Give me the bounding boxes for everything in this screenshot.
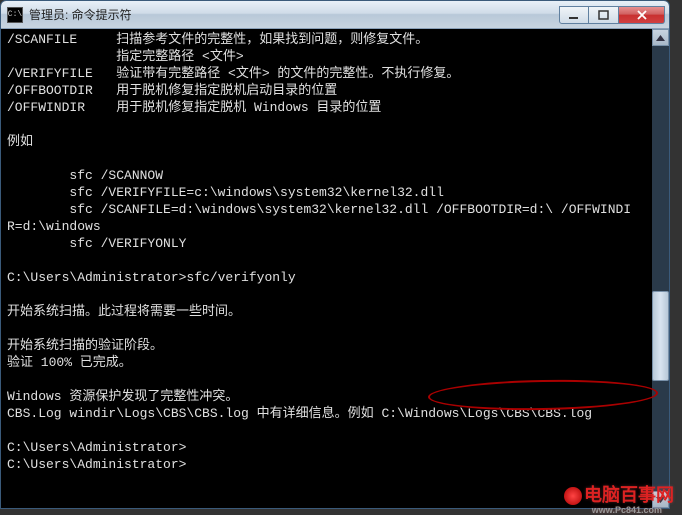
app-icon: C:\ [7, 7, 23, 23]
scroll-track[interactable] [652, 46, 669, 491]
scroll-up-button[interactable] [652, 29, 669, 46]
window-title: 管理员: 命令提示符 [29, 6, 559, 23]
close-button[interactable] [619, 6, 665, 24]
chevron-up-icon [656, 35, 665, 41]
console-line: R=d:\windows [7, 218, 667, 235]
close-icon [636, 10, 648, 20]
console-output: /SCANFILE 扫描参考文件的完整性，如果找到问题，则修复文件。 指定完整路… [7, 31, 667, 473]
console-line [7, 320, 667, 337]
console-line: sfc /VERIFYONLY [7, 235, 667, 252]
console-line: CBS.Log windir\Logs\CBS\CBS.log 中有详细信息。例… [7, 405, 667, 422]
console-line: 例如 [7, 133, 667, 150]
console-line: sfc /SCANNOW [7, 167, 667, 184]
console-line: sfc /VERIFYFILE=c:\windows\system32\kern… [7, 184, 667, 201]
console-line [7, 116, 667, 133]
command-prompt-window: C:\ 管理员: 命令提示符 /SCANFILE 扫描参考文件的完整性，如果找到… [0, 0, 670, 509]
console-line: C:\Users\Administrator> [7, 439, 667, 456]
console-line: /VERIFYFILE 验证带有完整路径 <文件> 的文件的完整性。不执行修复。 [7, 65, 667, 82]
maximize-icon [598, 10, 610, 20]
console-line: 开始系统扫描的验证阶段。 [7, 337, 667, 354]
console-line: C:\Users\Administrator>sfc/verifyonly [7, 269, 667, 286]
console-line [7, 150, 667, 167]
window-controls [559, 6, 665, 24]
console-line: 开始系统扫描。此过程将需要一些时间。 [7, 303, 667, 320]
console-line: /SCANFILE 扫描参考文件的完整性，如果找到问题，则修复文件。 [7, 31, 667, 48]
console-line: 指定完整路径 <文件> [7, 48, 667, 65]
watermark-logo-icon [564, 487, 582, 505]
titlebar[interactable]: C:\ 管理员: 命令提示符 [1, 1, 669, 29]
watermark-url: www.Pc841.com [592, 505, 662, 515]
console-line [7, 286, 667, 303]
console-line: /OFFBOOTDIR 用于脱机修复指定脱机启动目录的位置 [7, 82, 667, 99]
vertical-scrollbar [652, 29, 669, 508]
console-area[interactable]: /SCANFILE 扫描参考文件的完整性，如果找到问题，则修复文件。 指定完整路… [1, 29, 669, 508]
maximize-button[interactable] [589, 6, 619, 24]
console-line: /OFFWINDIR 用于脱机修复指定脱机 Windows 目录的位置 [7, 99, 667, 116]
console-line: sfc /SCANFILE=d:\windows\system32\kernel… [7, 201, 667, 218]
console-line: C:\Users\Administrator> [7, 456, 667, 473]
minimize-icon [568, 10, 580, 20]
watermark: 电脑百事网 www.Pc841.com [564, 481, 674, 507]
console-line [7, 252, 667, 269]
console-line: 验证 100% 已完成。 [7, 354, 667, 371]
console-line [7, 422, 667, 439]
scroll-thumb[interactable] [652, 291, 669, 381]
watermark-text: 电脑百事网 [584, 485, 674, 505]
minimize-button[interactable] [559, 6, 589, 24]
console-line: Windows 资源保护发现了完整性冲突。 [7, 388, 667, 405]
console-line [7, 371, 667, 388]
